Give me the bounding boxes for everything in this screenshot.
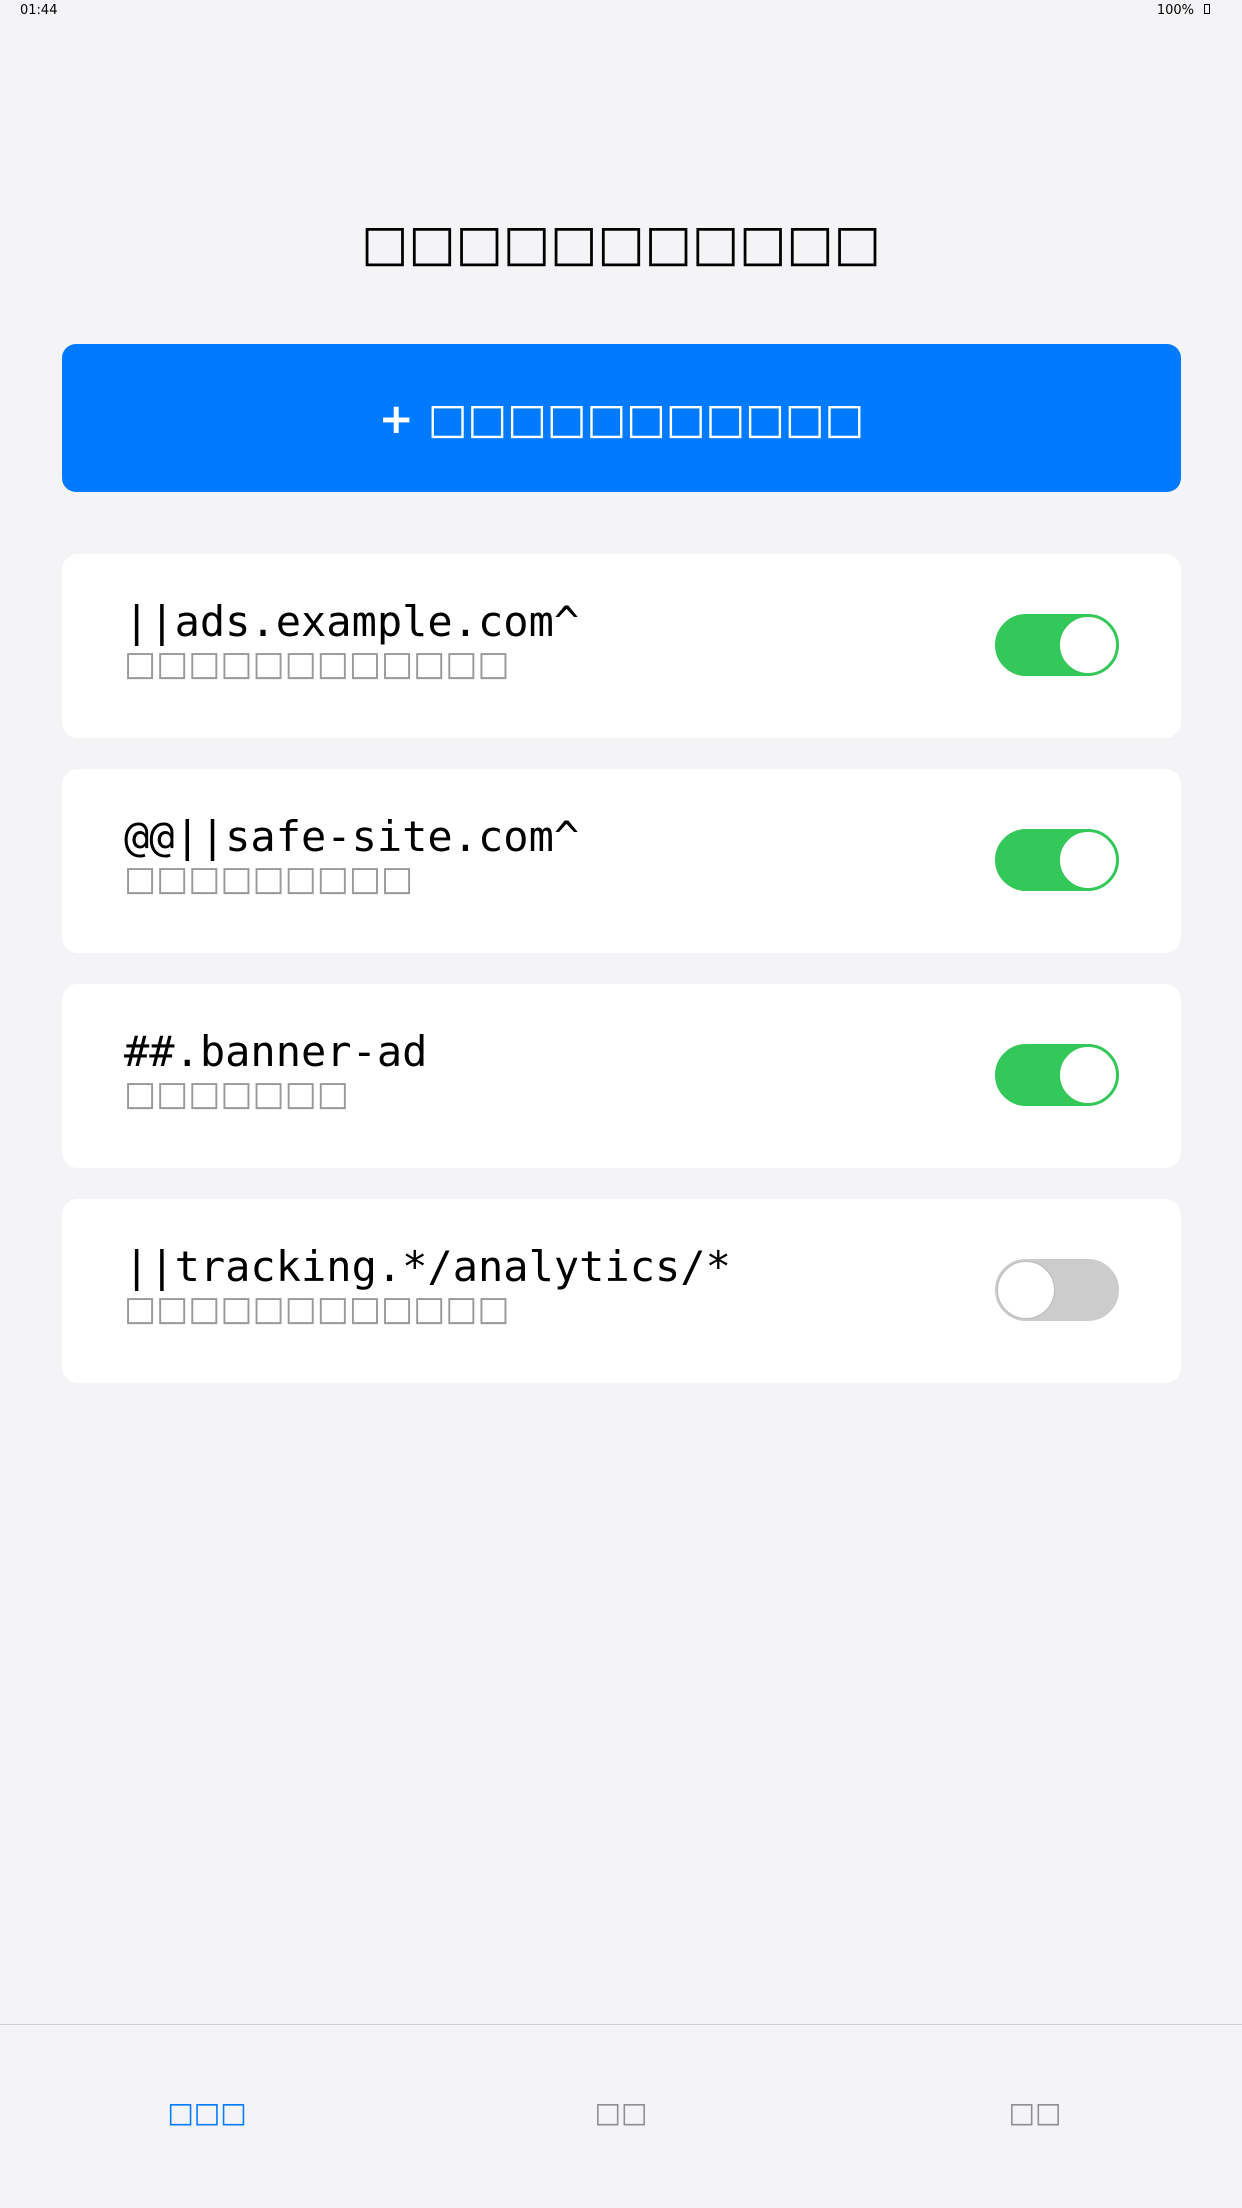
rule-card: ||ads.example.com^ □□□□□□□□□□□□: [62, 554, 1181, 738]
add-rule-button-label: □□□□□□□□□□□: [427, 393, 865, 443]
rule-toggle[interactable]: [995, 1259, 1119, 1321]
add-rule-button[interactable]: + □□□□□□□□□□□: [62, 344, 1181, 492]
tab-second[interactable]: □□: [595, 2095, 648, 2131]
rule-description: □□□□□□□□□□□□: [124, 1289, 510, 1329]
rule-toggle[interactable]: [995, 614, 1119, 676]
rule-description: □□□□□□□□□□□□: [124, 644, 510, 684]
rule-pattern: ||ads.example.com^: [124, 597, 580, 646]
rule-toggle[interactable]: [995, 829, 1119, 891]
toggle-knob: [1059, 1046, 1117, 1104]
rule-toggle[interactable]: [995, 1044, 1119, 1106]
battery-level: 100%: [1156, 3, 1194, 18]
rule-card: @@||safe-site.com^ □□□□□□□□□: [62, 769, 1181, 953]
tab-rules[interactable]: □□□: [167, 2095, 246, 2131]
status-bar: 01:44 100%: [0, 0, 1242, 22]
toggle-knob: [1059, 831, 1117, 889]
plus-icon: +: [378, 393, 414, 443]
rule-description: □□□□□□□□□: [124, 859, 414, 899]
status-time: 01:44: [20, 3, 58, 18]
page-title: □□□□□□□□□□□: [361, 214, 881, 272]
rule-description: □□□□□□□: [124, 1074, 349, 1114]
battery-icon: [1204, 4, 1210, 14]
toggle-knob: [1059, 616, 1117, 674]
rule-card: ##.banner-ad □□□□□□□: [62, 984, 1181, 1168]
rule-pattern: @@||safe-site.com^: [124, 812, 580, 861]
toggle-knob: [997, 1261, 1055, 1319]
rule-pattern: ||tracking.*/analytics/*: [124, 1242, 731, 1291]
rule-card: ||tracking.*/analytics/* □□□□□□□□□□□□: [62, 1199, 1181, 1383]
tab-third[interactable]: □□: [1009, 2095, 1062, 2131]
rule-pattern: ##.banner-ad: [124, 1027, 428, 1076]
tab-bar: □□□ □□ □□: [0, 2024, 1242, 2208]
